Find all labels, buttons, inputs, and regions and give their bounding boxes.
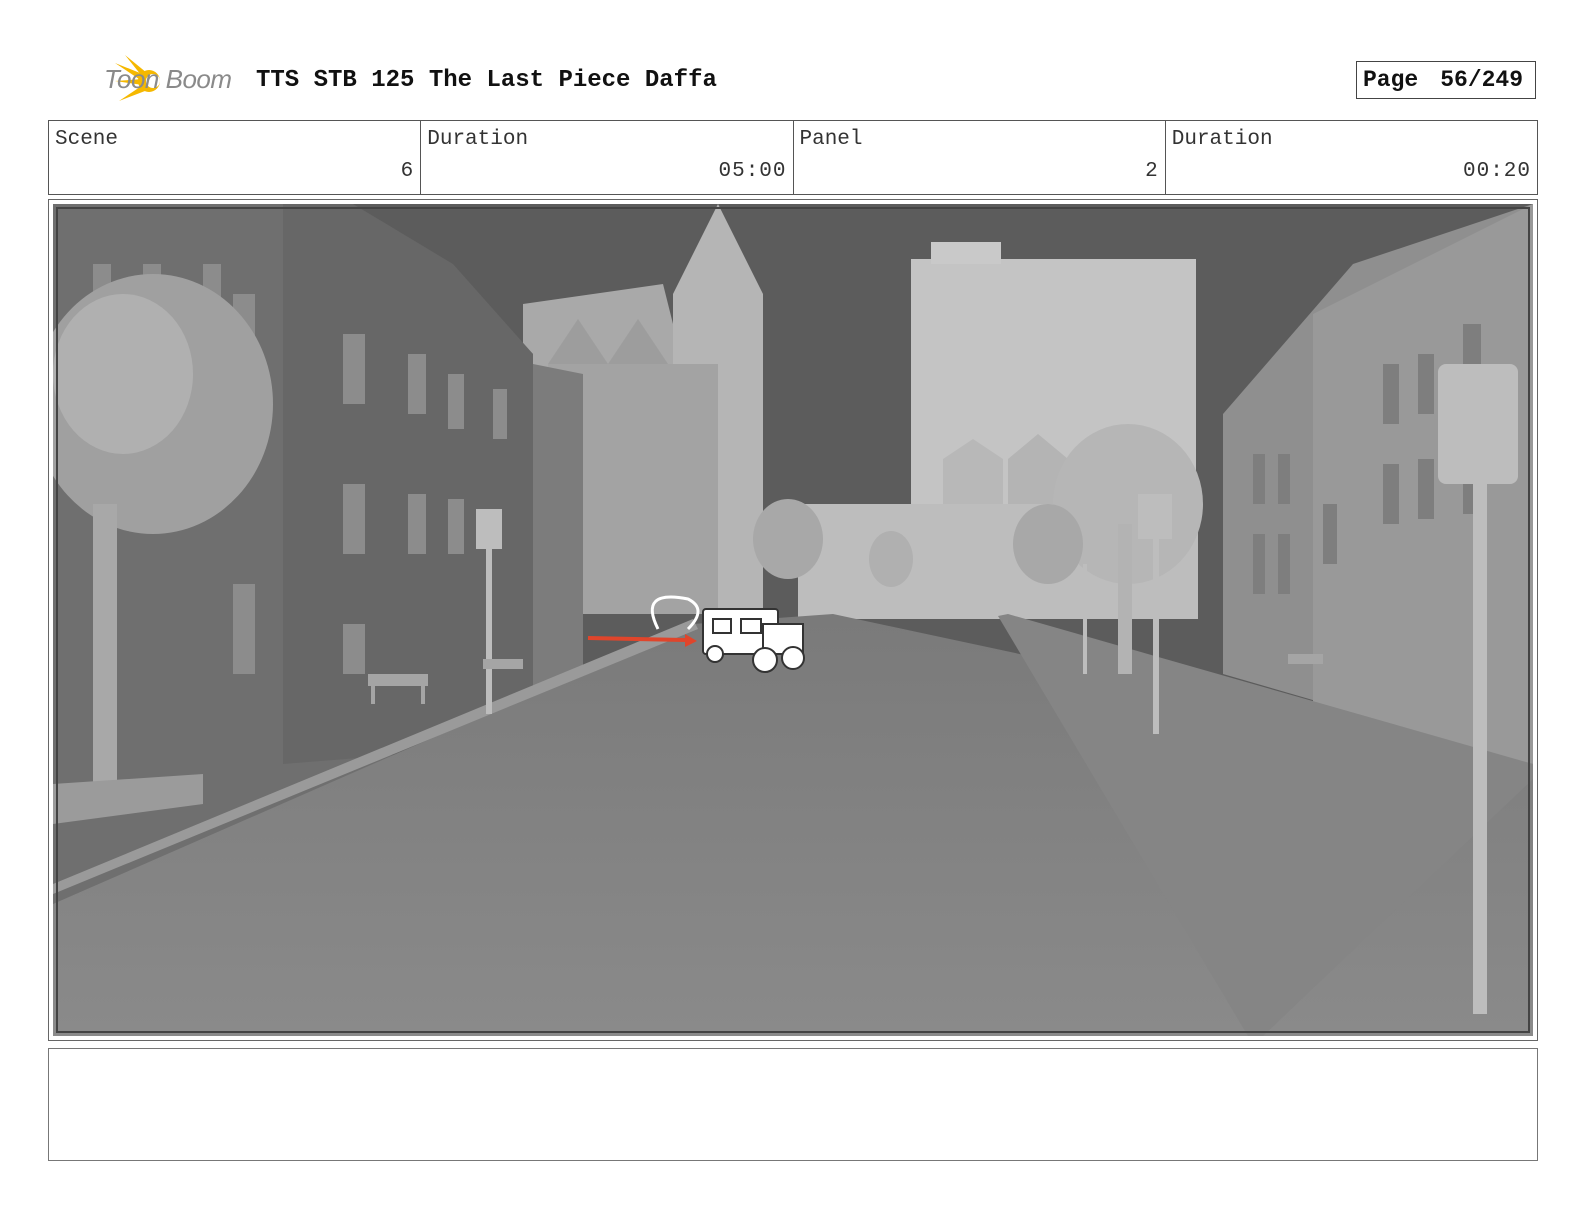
page-number: 56/249 — [1440, 67, 1524, 93]
page-label: Page — [1363, 67, 1419, 93]
logo-text: Toon Boom — [104, 64, 232, 94]
storyboard-panel — [48, 199, 1538, 1041]
panel-duration-label: Duration — [1171, 128, 1273, 151]
scene-value: 6 — [400, 160, 415, 183]
scene-cell: Scene 6 — [49, 121, 422, 194]
panel-duration-value: 00:20 — [1462, 160, 1531, 183]
page-indicator: Page 56/249 — [1356, 61, 1536, 99]
scene-duration-cell: Duration 05:00 — [421, 121, 794, 194]
scene-duration-label: Duration — [427, 128, 529, 151]
panel-value: 2 — [1145, 160, 1159, 183]
panel-duration-cell: Duration 00:20 — [1166, 121, 1537, 194]
panel-notes-box — [48, 1048, 1538, 1161]
scene-info-table: Scene 6 Duration 05:00 Panel 2 Duration … — [48, 120, 1538, 195]
street-scene-illustration — [53, 204, 1533, 1036]
scene-duration-value: 05:00 — [718, 160, 787, 183]
panel-label: Panel — [799, 128, 863, 151]
document-title: TTS STB 125 The Last Piece Daffa — [256, 67, 717, 94]
scene-label: Scene — [55, 128, 119, 151]
panel-cell: Panel 2 — [794, 121, 1166, 194]
